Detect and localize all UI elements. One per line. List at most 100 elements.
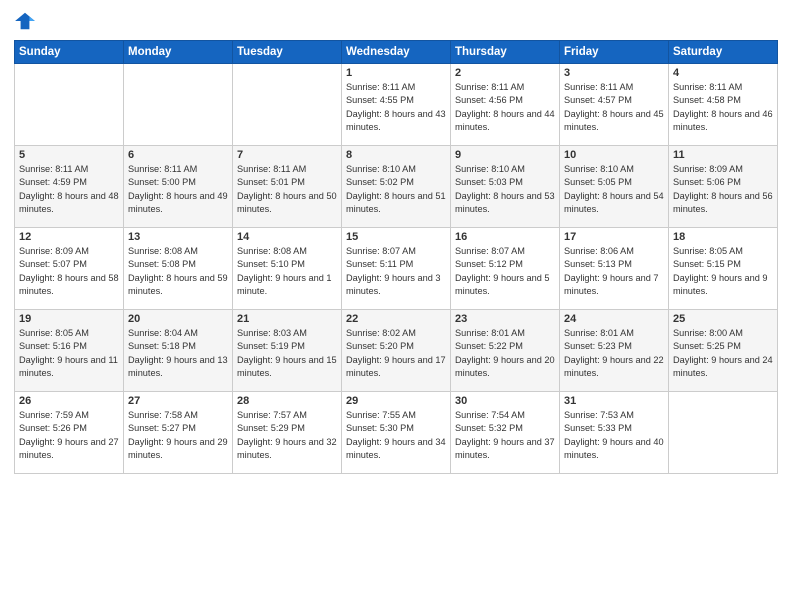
day-number: 13 bbox=[128, 231, 228, 243]
day-info: Sunrise: 8:07 AM Sunset: 5:12 PM Dayligh… bbox=[455, 245, 555, 298]
calendar-table: SundayMondayTuesdayWednesdayThursdayFrid… bbox=[14, 40, 778, 474]
day-number: 28 bbox=[237, 395, 337, 407]
col-header-friday: Friday bbox=[560, 41, 669, 64]
day-info: Sunrise: 8:03 AM Sunset: 5:19 PM Dayligh… bbox=[237, 327, 337, 380]
day-number: 3 bbox=[564, 67, 664, 79]
day-number: 26 bbox=[19, 395, 119, 407]
col-header-saturday: Saturday bbox=[669, 41, 778, 64]
day-number: 15 bbox=[346, 231, 446, 243]
day-number: 6 bbox=[128, 149, 228, 161]
day-info: Sunrise: 8:10 AM Sunset: 5:03 PM Dayligh… bbox=[455, 163, 555, 216]
day-info: Sunrise: 7:53 AM Sunset: 5:33 PM Dayligh… bbox=[564, 409, 664, 462]
day-info: Sunrise: 8:01 AM Sunset: 5:23 PM Dayligh… bbox=[564, 327, 664, 380]
calendar-cell: 14Sunrise: 8:08 AM Sunset: 5:10 PM Dayli… bbox=[233, 228, 342, 310]
logo bbox=[14, 10, 40, 32]
col-header-thursday: Thursday bbox=[451, 41, 560, 64]
day-number: 27 bbox=[128, 395, 228, 407]
calendar-cell: 5Sunrise: 8:11 AM Sunset: 4:59 PM Daylig… bbox=[15, 146, 124, 228]
day-number: 17 bbox=[564, 231, 664, 243]
calendar-cell: 2 Sunrise: 8:11 AM Sunset: 4:56 PM Daylig… bbox=[451, 64, 560, 146]
day-info: Sunrise: 8:11 AM Sunset: 4:57 PM Dayligh… bbox=[564, 81, 664, 134]
day-info: Sunrise: 7:54 AM Sunset: 5:32 PM Dayligh… bbox=[455, 409, 555, 462]
col-header-tuesday: Tuesday bbox=[233, 41, 342, 64]
calendar-cell: 3 Sunrise: 8:11 AM Sunset: 4:57 PM Daylig… bbox=[560, 64, 669, 146]
day-info: Sunrise: 8:11 AM Sunset: 4:55 PM Dayligh… bbox=[346, 81, 446, 134]
day-info: Sunrise: 8:05 AM Sunset: 5:15 PM Dayligh… bbox=[673, 245, 773, 298]
header bbox=[14, 10, 778, 32]
calendar-cell: 19 Sunrise: 8:05 AM Sunset: 5:16 PM Dayli… bbox=[15, 310, 124, 392]
day-number: 7 bbox=[237, 149, 337, 161]
day-info: Sunrise: 8:10 AM Sunset: 5:05 PM Dayligh… bbox=[564, 163, 664, 216]
calendar-week-row: 26 Sunrise: 7:59 AM Sunset: 5:26 PM Dayli… bbox=[15, 392, 778, 474]
calendar-cell: 31 Sunrise: 7:53 AM Sunset: 5:33 PM Dayli… bbox=[560, 392, 669, 474]
day-number: 16 bbox=[455, 231, 555, 243]
day-info: Sunrise: 8:07 AM Sunset: 5:11 PM Dayligh… bbox=[346, 245, 446, 298]
day-info: Sunrise: 8:00 AM Sunset: 5:25 PM Dayligh… bbox=[673, 327, 773, 380]
day-info: Sunrise: 8:04 AM Sunset: 5:18 PM Dayligh… bbox=[128, 327, 228, 380]
day-info: Sunrise: 7:55 AM Sunset: 5:30 PM Dayligh… bbox=[346, 409, 446, 462]
page: SundayMondayTuesdayWednesdayThursdayFrid… bbox=[0, 0, 792, 612]
day-number: 12 bbox=[19, 231, 119, 243]
day-info: Sunrise: 8:11 AM Sunset: 4:58 PM Dayligh… bbox=[673, 81, 773, 134]
day-number: 2 bbox=[455, 67, 555, 79]
day-number: 22 bbox=[346, 313, 446, 325]
day-number: 8 bbox=[346, 149, 446, 161]
calendar-cell: 29 Sunrise: 7:55 AM Sunset: 5:30 PM Dayli… bbox=[342, 392, 451, 474]
calendar-cell: 23 Sunrise: 8:01 AM Sunset: 5:22 PM Dayli… bbox=[451, 310, 560, 392]
day-number: 9 bbox=[455, 149, 555, 161]
day-info: Sunrise: 8:11 AM Sunset: 5:00 PM Dayligh… bbox=[128, 163, 228, 216]
day-number: 20 bbox=[128, 313, 228, 325]
col-header-wednesday: Wednesday bbox=[342, 41, 451, 64]
calendar-cell bbox=[15, 64, 124, 146]
day-number: 21 bbox=[237, 313, 337, 325]
calendar-cell: 9 Sunrise: 8:10 AM Sunset: 5:03 PM Daylig… bbox=[451, 146, 560, 228]
day-number: 31 bbox=[564, 395, 664, 407]
calendar-cell: 8 Sunrise: 8:10 AM Sunset: 5:02 PM Daylig… bbox=[342, 146, 451, 228]
day-info: Sunrise: 7:59 AM Sunset: 5:26 PM Dayligh… bbox=[19, 409, 119, 462]
day-info: Sunrise: 8:02 AM Sunset: 5:20 PM Dayligh… bbox=[346, 327, 446, 380]
day-number: 11 bbox=[673, 149, 773, 161]
calendar-cell: 24Sunrise: 8:01 AM Sunset: 5:23 PM Dayli… bbox=[560, 310, 669, 392]
calendar-cell bbox=[669, 392, 778, 474]
calendar-week-row: 19 Sunrise: 8:05 AM Sunset: 5:16 PM Dayli… bbox=[15, 310, 778, 392]
calendar-cell: 21 Sunrise: 8:03 AM Sunset: 5:19 PM Dayli… bbox=[233, 310, 342, 392]
calendar-cell: 11 Sunrise: 8:09 AM Sunset: 5:06 PM Dayli… bbox=[669, 146, 778, 228]
day-info: Sunrise: 8:11 AM Sunset: 4:56 PM Dayligh… bbox=[455, 81, 555, 134]
calendar-week-row: 1 Sunrise: 8:11 AM Sunset: 4:55 PM Daylig… bbox=[15, 64, 778, 146]
calendar-week-row: 5Sunrise: 8:11 AM Sunset: 4:59 PM Daylig… bbox=[15, 146, 778, 228]
day-number: 23 bbox=[455, 313, 555, 325]
day-number: 10 bbox=[564, 149, 664, 161]
calendar-cell: 15 Sunrise: 8:07 AM Sunset: 5:11 PM Dayli… bbox=[342, 228, 451, 310]
day-info: Sunrise: 7:58 AM Sunset: 5:27 PM Dayligh… bbox=[128, 409, 228, 462]
day-info: Sunrise: 8:11 AM Sunset: 5:01 PM Dayligh… bbox=[237, 163, 337, 216]
day-number: 29 bbox=[346, 395, 446, 407]
calendar-cell: 26 Sunrise: 7:59 AM Sunset: 5:26 PM Dayli… bbox=[15, 392, 124, 474]
day-info: Sunrise: 8:05 AM Sunset: 5:16 PM Dayligh… bbox=[19, 327, 119, 380]
day-info: Sunrise: 8:10 AM Sunset: 5:02 PM Dayligh… bbox=[346, 163, 446, 216]
day-info: Sunrise: 7:57 AM Sunset: 5:29 PM Dayligh… bbox=[237, 409, 337, 462]
calendar-cell: 7 Sunrise: 8:11 AM Sunset: 5:01 PM Daylig… bbox=[233, 146, 342, 228]
day-number: 1 bbox=[346, 67, 446, 79]
day-info: Sunrise: 8:09 AM Sunset: 5:06 PM Dayligh… bbox=[673, 163, 773, 216]
calendar-cell: 20 Sunrise: 8:04 AM Sunset: 5:18 PM Dayli… bbox=[124, 310, 233, 392]
calendar-week-row: 12 Sunrise: 8:09 AM Sunset: 5:07 PM Dayli… bbox=[15, 228, 778, 310]
day-number: 19 bbox=[19, 313, 119, 325]
day-info: Sunrise: 8:01 AM Sunset: 5:22 PM Dayligh… bbox=[455, 327, 555, 380]
calendar-cell: 1 Sunrise: 8:11 AM Sunset: 4:55 PM Daylig… bbox=[342, 64, 451, 146]
day-info: Sunrise: 8:09 AM Sunset: 5:07 PM Dayligh… bbox=[19, 245, 119, 298]
calendar-cell: 12 Sunrise: 8:09 AM Sunset: 5:07 PM Dayli… bbox=[15, 228, 124, 310]
calendar-header-row: SundayMondayTuesdayWednesdayThursdayFrid… bbox=[15, 41, 778, 64]
calendar-cell: 25Sunrise: 8:00 AM Sunset: 5:25 PM Dayli… bbox=[669, 310, 778, 392]
calendar-cell: 6 Sunrise: 8:11 AM Sunset: 5:00 PM Daylig… bbox=[124, 146, 233, 228]
day-info: Sunrise: 8:06 AM Sunset: 5:13 PM Dayligh… bbox=[564, 245, 664, 298]
day-number: 14 bbox=[237, 231, 337, 243]
day-number: 30 bbox=[455, 395, 555, 407]
calendar-cell: 27 Sunrise: 7:58 AM Sunset: 5:27 PM Dayli… bbox=[124, 392, 233, 474]
calendar-cell: 16 Sunrise: 8:07 AM Sunset: 5:12 PM Dayli… bbox=[451, 228, 560, 310]
calendar-cell bbox=[124, 64, 233, 146]
logo-icon bbox=[14, 10, 36, 32]
calendar-cell: 4Sunrise: 8:11 AM Sunset: 4:58 PM Daylig… bbox=[669, 64, 778, 146]
calendar-cell: 10 Sunrise: 8:10 AM Sunset: 5:05 PM Dayli… bbox=[560, 146, 669, 228]
calendar-cell: 17 Sunrise: 8:06 AM Sunset: 5:13 PM Dayli… bbox=[560, 228, 669, 310]
calendar-cell: 22 Sunrise: 8:02 AM Sunset: 5:20 PM Dayli… bbox=[342, 310, 451, 392]
